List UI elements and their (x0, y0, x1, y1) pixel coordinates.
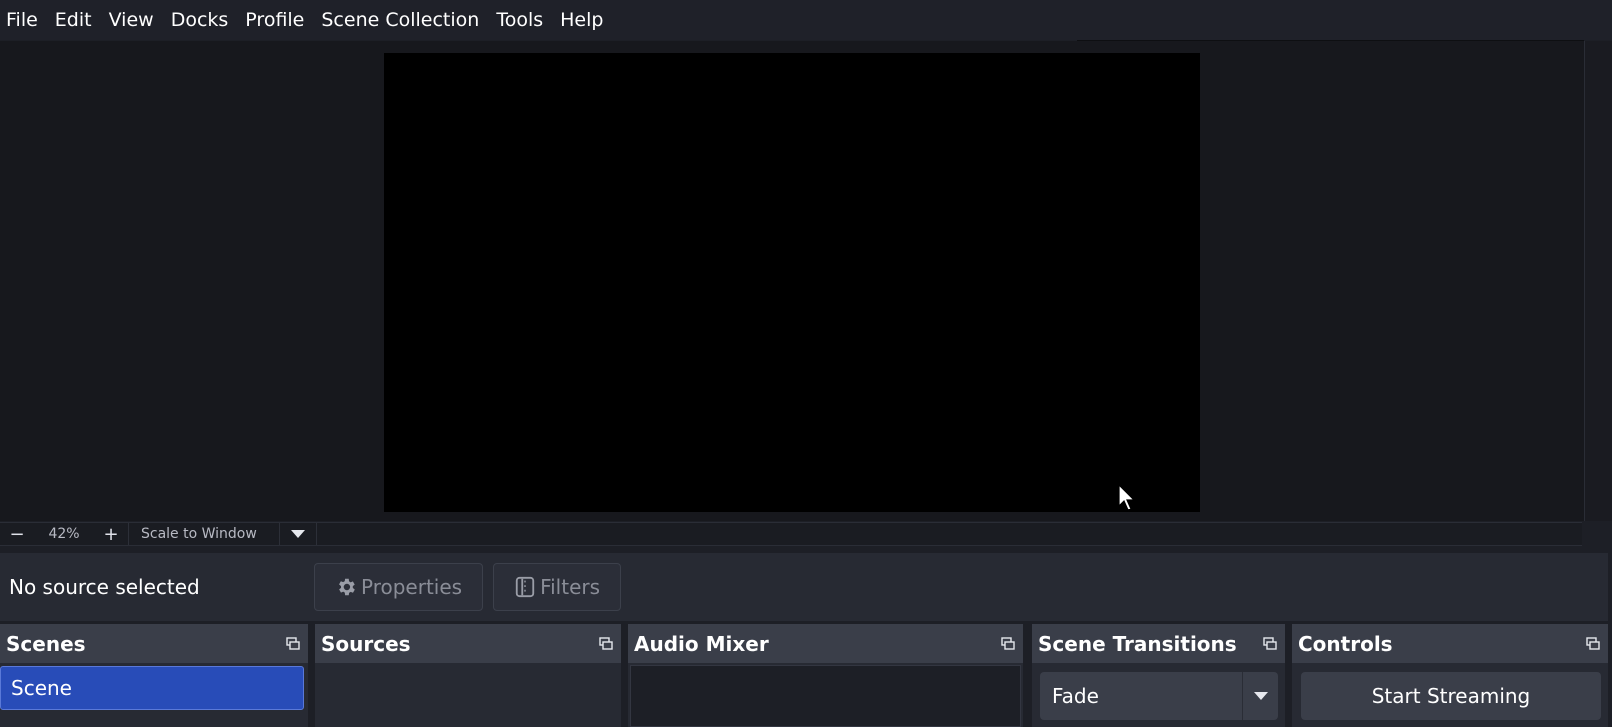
float-icon[interactable] (599, 636, 613, 651)
zoom-level: 42% (48, 526, 80, 542)
controls-body: Start Streaming (1292, 663, 1608, 727)
zoom-out-button[interactable]: − (0, 523, 34, 545)
scene-transitions-dock: Scene Transitions Fade (1032, 624, 1285, 727)
scene-transitions-body: Fade (1032, 663, 1285, 727)
no-source-label: No source selected (9, 575, 200, 599)
vertical-scrollbar[interactable] (1584, 41, 1612, 521)
float-icon[interactable] (1001, 636, 1015, 651)
audio-mixer-dock: Audio Mixer (628, 624, 1023, 727)
gear-icon (339, 578, 355, 596)
scenes-dock: Scenes Scene (0, 624, 308, 727)
menu-edit[interactable]: Edit (49, 0, 103, 40)
divider (316, 523, 317, 545)
menu-profile[interactable]: Profile (239, 0, 315, 40)
sources-dock: Sources (315, 624, 621, 727)
start-streaming-button[interactable]: Start Streaming (1301, 672, 1601, 720)
transition-select[interactable]: Fade (1040, 672, 1278, 720)
float-icon[interactable] (1586, 636, 1600, 651)
zoom-bar: − 42% + Scale to Window (0, 522, 1582, 546)
preview-canvas[interactable] (384, 53, 1200, 512)
transition-dropdown-button[interactable] (1242, 672, 1278, 720)
menu-view[interactable]: View (103, 0, 165, 40)
scale-mode-label[interactable]: Scale to Window (129, 526, 279, 542)
properties-button[interactable]: Properties (314, 563, 484, 611)
menu-help[interactable]: Help (554, 0, 614, 40)
menu-tools[interactable]: Tools (490, 0, 554, 40)
chevron-down-icon (291, 530, 305, 538)
scenes-dock-title: Scenes (6, 631, 86, 656)
sources-dock-header: Sources (315, 624, 621, 663)
menu-file[interactable]: File (0, 0, 49, 40)
controls-dock-title: Controls (1298, 631, 1393, 656)
properties-label: Properties (361, 575, 463, 599)
context-bar: No source selected Properties Filters (0, 553, 1608, 621)
float-icon[interactable] (1263, 636, 1277, 651)
audio-mixer-panel[interactable] (630, 665, 1021, 727)
sources-list[interactable] (315, 663, 621, 727)
scene-transitions-dock-title: Scene Transitions (1038, 631, 1237, 656)
preview-area[interactable] (0, 41, 1584, 521)
filters-button[interactable]: Filters (493, 563, 622, 611)
audio-mixer-body (628, 663, 1023, 727)
controls-dock: Controls Start Streaming (1292, 624, 1608, 727)
scenes-dock-header: Scenes (0, 624, 308, 663)
audio-mixer-dock-title: Audio Mixer (634, 631, 769, 656)
menu-docks[interactable]: Docks (165, 0, 240, 40)
audio-mixer-dock-header: Audio Mixer (628, 624, 1023, 663)
zoom-in-button[interactable]: + (94, 523, 128, 545)
menu-scene-collection[interactable]: Scene Collection (315, 0, 490, 40)
filters-label: Filters (540, 575, 601, 599)
controls-dock-header: Controls (1292, 624, 1608, 663)
filter-icon (515, 576, 535, 598)
sources-dock-title: Sources (321, 631, 411, 656)
mouse-cursor-icon (1118, 484, 1136, 511)
chevron-down-icon (1253, 692, 1268, 700)
float-icon[interactable] (286, 636, 300, 651)
menu-bar: File Edit View Docks Profile Scene Colle… (0, 0, 1612, 40)
obs-main-window: File Edit View Docks Profile Scene Colle… (0, 0, 1612, 727)
scale-mode-dropdown[interactable] (280, 523, 316, 545)
scene-list-item[interactable]: Scene (0, 666, 304, 710)
scene-transitions-dock-header: Scene Transitions (1032, 624, 1285, 663)
transition-value: Fade (1052, 684, 1099, 708)
scenes-list: Scene (0, 663, 308, 727)
